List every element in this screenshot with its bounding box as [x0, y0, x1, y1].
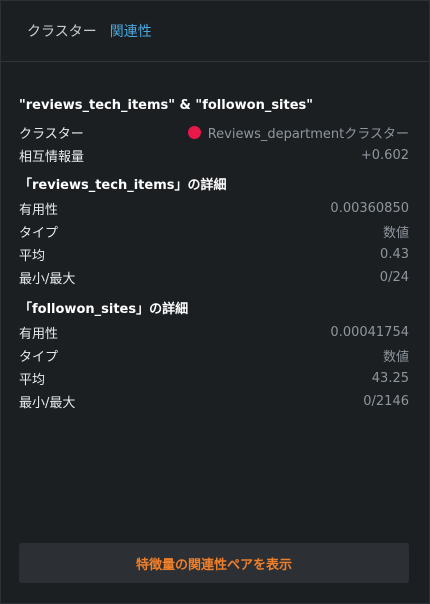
importance-label: 有用性	[19, 327, 59, 342]
minmax-value: 0/2146	[363, 394, 409, 409]
feature-2-importance-row: 有用性 0.00041754	[19, 321, 409, 344]
feature-2-type-row: タイプ 数値	[19, 344, 409, 367]
type-value: 数値	[382, 350, 409, 365]
type-value: 数値	[382, 226, 409, 241]
mean-label: 平均	[19, 373, 46, 388]
minmax-label: 最小/最大	[19, 272, 76, 287]
mean-label: 平均	[19, 249, 46, 264]
cluster-color-dot-icon	[187, 126, 201, 139]
mutual-information-value: +0.602	[360, 148, 409, 163]
cluster-name: Reviews_departmentクラスター	[207, 127, 409, 142]
details-content: "reviews_tech_items" & "followon_sites" …	[1, 97, 429, 413]
mean-value: 43.25	[371, 371, 409, 386]
feature-2-minmax-row: 最小/最大 0/2146	[19, 390, 409, 413]
feature-1-importance-row: 有用性 0.00360850	[19, 197, 409, 220]
importance-value: 0.00041754	[330, 325, 409, 340]
importance-label: 有用性	[19, 203, 59, 218]
feature-1-minmax-row: 最小/最大 0/24	[19, 266, 409, 289]
feature-2-mean-row: 平均 43.25	[19, 367, 409, 390]
tab-association[interactable]: 関連性	[110, 21, 152, 41]
tab-cluster[interactable]: クラスター	[27, 21, 97, 41]
show-feature-association-pairs-button[interactable]: 特徴量の関連性ペアを表示	[19, 543, 409, 583]
type-label: タイプ	[19, 226, 59, 241]
minmax-label: 最小/最大	[19, 396, 76, 411]
feature-association-panel: クラスター 関連性 "reviews_tech_items" & "follow…	[0, 0, 430, 604]
feature-1-title: 「reviews_tech_items」の詳細	[19, 178, 227, 193]
feature-1-type-row: タイプ 数値	[19, 220, 409, 243]
importance-value: 0.00360850	[330, 201, 409, 216]
cluster-value: Reviews_departmentクラスター	[187, 123, 409, 142]
cluster-label: クラスター	[19, 127, 84, 142]
mutual-information-label: 相互情報量	[19, 150, 85, 165]
feature-2-title: 「followon_sites」の詳細	[19, 302, 189, 317]
minmax-value: 0/24	[379, 270, 409, 285]
tab-bar: クラスター 関連性	[1, 1, 429, 62]
mutual-information-row: 相互情報量 +0.602	[19, 144, 409, 167]
mean-value: 0.43	[380, 247, 409, 262]
pair-title: "reviews_tech_items" & "followon_sites"	[19, 98, 314, 113]
type-label: タイプ	[19, 350, 59, 365]
cluster-row: クラスター Reviews_departmentクラスター	[19, 121, 409, 144]
feature-1-mean-row: 平均 0.43	[19, 243, 409, 266]
